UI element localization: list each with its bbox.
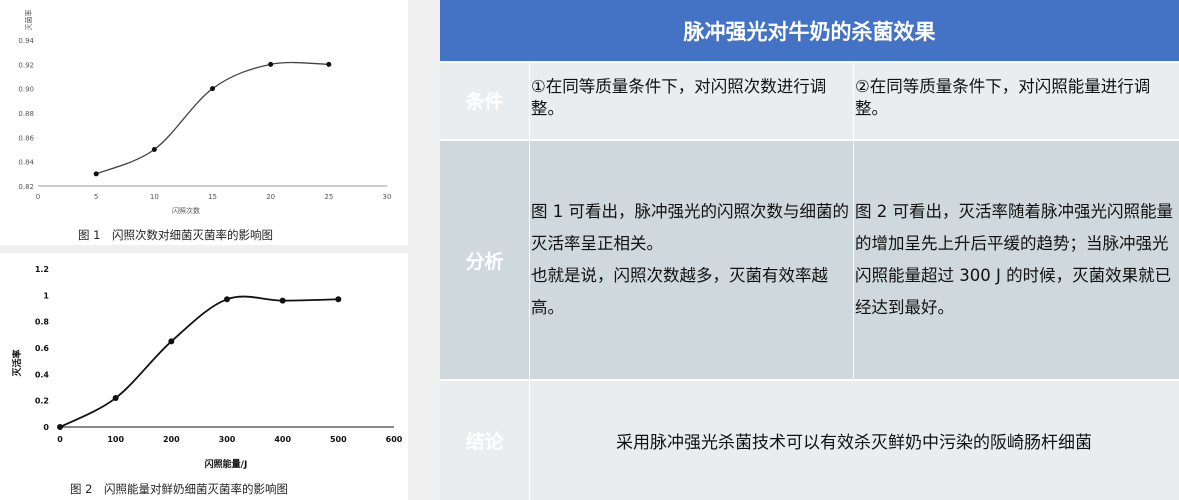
chart2-panel: 0 100 200 300 400 500 600 0 0.2 0.4 0.6 0.8 1 1.2 闪照能量… [0,253,408,500]
data-point [268,61,274,67]
data-point [93,171,99,177]
chart2-plot: 0 100 200 300 400 500 600 0 0.2 0.4 0.6 0.8 1 1.2 闪照能量… [11,265,403,470]
y-axis-label: 灭菌率 [24,10,33,31]
data-point [279,297,286,304]
row-divider [440,379,1179,381]
chart2-caption: 图 2 闪照能量对鲜奶细菌灭菌率的影响图 [70,482,288,496]
conditions-col2: ②在同等质量条件下，对闪照能量进行调整。 [853,61,1179,140]
chart1-panel: 0 5 10 15 20 25 30 0.82 0.84 0.86 0.88 0.90 0.92 0.94… [0,0,408,245]
analysis-col1: 图 1 可看出，脉冲强光的闪照次数与细菌的灭活率呈正相关。 也就是说，闪照次数越… [529,140,853,380]
col-divider [529,61,530,500]
y-tick-label: 0.6 [35,344,50,353]
y-tick-label: 0.84 [18,159,34,167]
x-tick-label: 0 [57,435,63,444]
y-axis-label: 灭活率 [11,349,23,377]
y-tick-label: 0.8 [35,318,50,327]
data-point [168,338,175,345]
y-tick-label: 1.2 [35,265,49,274]
col-divider [853,61,854,380]
y-tick-label: 0.94 [18,37,34,45]
conclusion-text: 采用脉冲强光杀菌技术可以有效杀灭鲜奶中污染的阪崎肠杆细菌 [529,380,1179,500]
x-tick-label: 25 [324,193,333,201]
x-tick-label: 300 [219,435,236,444]
x-tick-label: 5 [94,193,98,201]
y-tick-label: 0.2 [35,397,49,406]
x-axis-label: 闪照能量/J [205,458,248,470]
y-tick-label: 0.4 [35,370,50,379]
x-axis-label: 闪照次数 [172,206,200,215]
data-point [112,395,119,402]
chart1-caption: 图 1 闪照次数对细菌灭菌率的影响图 [78,228,273,242]
x-tick-label: 20 [266,193,275,201]
series-line [59,295,339,428]
y-tick-label: 0 [43,423,49,432]
x-tick-label: 200 [163,435,180,444]
row-header-conclusion: 结论 [440,380,529,500]
x-tick-label: 0 [36,193,40,201]
y-tick-label: 0.88 [18,110,34,118]
series-line [95,61,329,175]
data-point [224,296,230,303]
x-tick-label: 100 [107,435,124,444]
analysis-col2-text: 图 2 可看出，灭活率随着脉冲强光闪照能量的增加呈先上升后平缓的趋势；当脉冲强光… [855,202,1173,317]
analysis-col1-para1: 图 1 可看出，脉冲强光的闪照次数与细菌的灭活率呈正相关。 [531,202,849,253]
x-tick-label: 400 [274,435,291,444]
x-tick-label: 30 [383,193,392,201]
table-title: 脉冲强光对牛奶的杀菌效果 [440,0,1179,61]
analysis-col2: 图 2 可看出，灭活率随着脉冲强光闪照能量的增加呈先上升后平缓的趋势；当脉冲强光… [853,140,1179,380]
data-point [210,86,215,92]
chart1-plot: 0 5 10 15 20 25 30 0.82 0.84 0.86 0.88 0.90 0.92 0.94… [18,10,392,216]
x-tick-label: 10 [150,193,159,201]
y-tick-label: 0.92 [18,61,34,69]
row-divider [440,61,1179,63]
y-tick-label: 0.86 [18,134,34,142]
row-header-analysis: 分析 [440,140,529,380]
x-tick-label: 600 [386,435,403,444]
data-point [326,61,332,67]
y-tick-label: 1 [43,291,49,300]
conditions-col1: ①在同等质量条件下，对闪照次数进行调整。 [529,61,853,140]
x-tick-label: 15 [208,193,217,201]
data-point [335,296,342,303]
analysis-col1-para2: 也就是说，闪照次数越多，灭菌有效率越高。 [531,266,828,317]
x-tick-label: 500 [330,435,347,444]
data-point [151,147,157,152]
row-divider [440,139,1179,141]
summary-table: 脉冲强光对牛奶的杀菌效果 条件 ①在同等质量条件下，对闪照次数进行调整。 ②在同… [440,0,1179,500]
y-tick-label: 0.90 [18,86,34,94]
y-tick-label: 0.82 [18,183,34,191]
row-header-conditions: 条件 [440,61,529,140]
data-point [57,424,63,430]
